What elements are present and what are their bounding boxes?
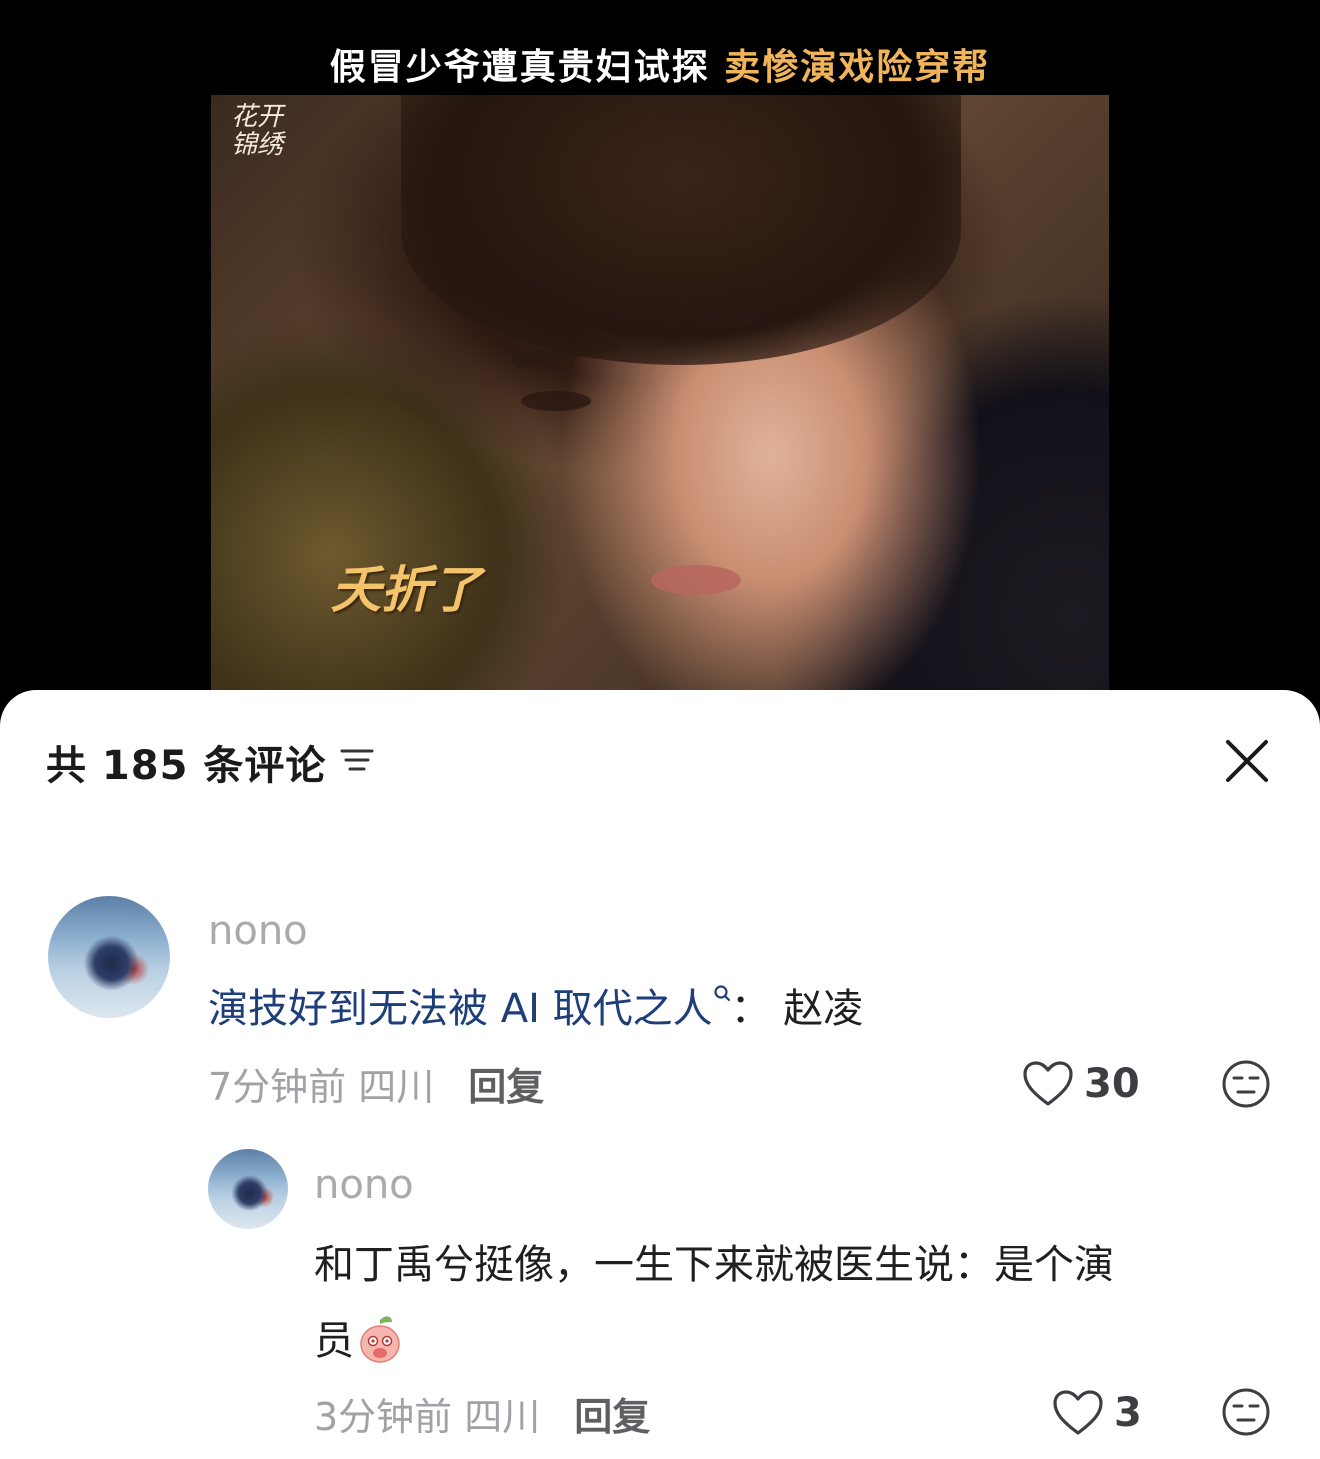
show-logo: 花开锦绣 bbox=[231, 102, 284, 160]
heart-icon bbox=[1053, 1390, 1103, 1435]
video-scene-hair bbox=[401, 95, 961, 365]
like-count: 30 bbox=[1084, 1061, 1140, 1107]
comment-text-line: 和丁禹兮挺像，一生下来就被医生说：是个演 bbox=[314, 1242, 1114, 1288]
like-button[interactable]: 30 bbox=[1022, 1060, 1140, 1108]
dislike-face-icon[interactable] bbox=[1220, 1386, 1272, 1438]
comment-time-location: 3分钟前 四川 bbox=[314, 1395, 541, 1439]
reply-button[interactable]: 回复 bbox=[468, 1065, 544, 1109]
dislike-face-icon[interactable] bbox=[1220, 1058, 1272, 1110]
video-title-highlight: 卖惨演戏险穿帮 bbox=[724, 46, 991, 88]
comments-panel: 共 185 条评论 nono 演技好到无法被 AI 取代之人 ： 赵凌 7分钟前… bbox=[0, 690, 1320, 1459]
close-icon[interactable] bbox=[1224, 738, 1270, 784]
like-count: 3 bbox=[1114, 1390, 1142, 1436]
comment-text: 演技好到无法被 AI 取代之人 ： 赵凌 bbox=[208, 978, 863, 1040]
comment-username[interactable]: nono bbox=[314, 1162, 414, 1208]
peach-emoji-icon bbox=[360, 1316, 400, 1363]
comment-username[interactable]: nono bbox=[208, 908, 308, 954]
comment-text: 和丁禹兮挺像，一生下来就被医生说：是个演 员 bbox=[314, 1234, 1274, 1372]
video-title: 假冒少爷遭真贵妇试探 卖惨演戏险穿帮 bbox=[0, 38, 1320, 90]
like-button[interactable]: 3 bbox=[1052, 1389, 1142, 1437]
sort-icon[interactable] bbox=[340, 747, 374, 773]
comment-meta: 7分钟前 四川 回复 bbox=[208, 1056, 544, 1111]
reply-button[interactable]: 回复 bbox=[574, 1395, 650, 1439]
video-title-main: 假冒少爷遭真贵妇试探 bbox=[329, 46, 710, 88]
video-scene-lips bbox=[651, 565, 741, 595]
comment-meta: 3分钟前 四川 回复 bbox=[314, 1386, 650, 1441]
comment-count: 共 185 条评论 bbox=[46, 743, 327, 789]
video-player[interactable]: 假冒少爷遭真贵妇试探 卖惨演戏险穿帮 花开锦绣 夭折了 bbox=[0, 0, 1320, 720]
search-keyword-link[interactable]: 演技好到无法被 AI 取代之人 bbox=[208, 986, 713, 1032]
video-frame[interactable]: 花开锦绣 夭折了 bbox=[211, 95, 1109, 720]
video-subtitle: 夭折了 bbox=[331, 560, 481, 619]
avatar[interactable] bbox=[48, 896, 170, 1018]
comment-text-line: 员 bbox=[314, 1310, 1274, 1372]
avatar[interactable] bbox=[208, 1149, 288, 1229]
video-scene-eye bbox=[521, 391, 591, 411]
search-icon bbox=[713, 985, 730, 1002]
video-scene-eye bbox=[691, 307, 761, 327]
comment-text-line2: 员 bbox=[314, 1318, 354, 1364]
comments-header: 共 185 条评论 bbox=[46, 734, 374, 790]
heart-icon bbox=[1023, 1061, 1073, 1106]
comment-time-location: 7分钟前 四川 bbox=[208, 1065, 435, 1109]
comment-text-suffix: ： 赵凌 bbox=[730, 986, 864, 1032]
